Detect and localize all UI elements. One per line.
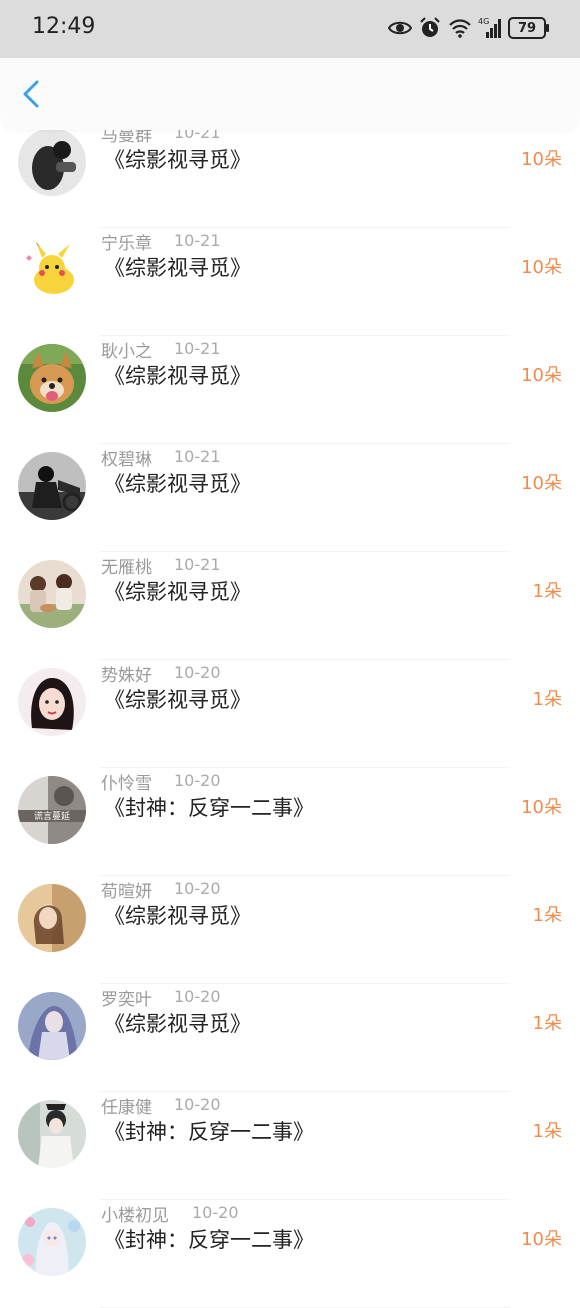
username[interactable]: 势姝好 xyxy=(101,661,152,686)
eye-icon xyxy=(387,16,413,40)
list-item[interactable]: 荀暄妍 10-20 《综影视寻觅》 1朵 xyxy=(0,876,580,984)
flower-count: 10朵 xyxy=(521,149,562,170)
avatar[interactable] xyxy=(18,1208,86,1276)
flower-count: 1朵 xyxy=(532,905,562,926)
list-item[interactable]: 小楼初见 10-20 《封神：反穿一二事》 10朵 xyxy=(0,1200,580,1308)
nav-bar xyxy=(0,58,580,130)
username[interactable]: 权碧琳 xyxy=(101,445,152,470)
list-item[interactable]: 宁乐章 10-21 《综影视寻觅》 10朵 xyxy=(0,228,580,336)
flower-count: 1朵 xyxy=(532,1013,562,1034)
book-title[interactable]: 《封神：反穿一二事》 xyxy=(104,1116,314,1146)
flower-count: 10朵 xyxy=(521,365,562,386)
gift-date: 10-21 xyxy=(174,447,221,466)
status-icons: 4G 79 xyxy=(387,16,549,40)
username[interactable]: 荀暄妍 xyxy=(101,877,152,902)
flower-count: 1朵 xyxy=(532,689,562,710)
book-title[interactable]: 《综影视寻觅》 xyxy=(104,576,251,606)
flower-count: 10朵 xyxy=(521,257,562,278)
book-title[interactable]: 《综影视寻觅》 xyxy=(104,684,251,714)
avatar[interactable] xyxy=(18,236,86,304)
alarm-icon xyxy=(418,16,442,40)
signal-4g-icon: 4G xyxy=(478,16,502,40)
book-title[interactable]: 《综影视寻觅》 xyxy=(104,144,251,174)
username[interactable]: 仆怜雪 xyxy=(101,769,152,794)
list-item[interactable]: 谎言蔓延 仆怜雪 10-20 《封神：反穿一二事》 10朵 xyxy=(0,768,580,876)
book-title[interactable]: 《综影视寻觅》 xyxy=(104,252,251,282)
book-title[interactable]: 《综影视寻觅》 xyxy=(104,468,251,498)
flower-count: 10朵 xyxy=(521,797,562,818)
list-item[interactable]: 权碧琳 10-21 《综影视寻觅》 10朵 xyxy=(0,444,580,552)
username[interactable]: 宁乐章 xyxy=(101,229,152,254)
flower-count: 10朵 xyxy=(521,473,562,494)
status-bar: 12:49 4G 79 xyxy=(0,0,580,58)
list-item[interactable]: 势姝好 10-20 《综影视寻觅》 1朵 xyxy=(0,660,580,768)
list-item[interactable]: 耿小之 10-21 《综影视寻觅》 10朵 xyxy=(0,336,580,444)
status-time: 12:49 xyxy=(32,14,96,39)
svg-text:4G: 4G xyxy=(478,17,489,26)
wifi-icon xyxy=(448,16,472,40)
avatar[interactable] xyxy=(18,668,86,736)
book-title[interactable]: 《封神：反穿一二事》 xyxy=(104,792,314,822)
gift-date: 10-20 xyxy=(174,663,221,682)
list-item[interactable]: 任康健 10-20 《封神：反穿一二事》 1朵 xyxy=(0,1092,580,1200)
book-title[interactable]: 《综影视寻觅》 xyxy=(104,900,251,930)
username[interactable]: 无雁桃 xyxy=(101,553,152,578)
battery-icon: 79 xyxy=(508,17,549,39)
book-title[interactable]: 《综影视寻觅》 xyxy=(104,360,251,390)
gift-date: 10-21 xyxy=(174,231,221,250)
avatar[interactable] xyxy=(18,560,86,628)
flower-count: 1朵 xyxy=(532,1121,562,1142)
username[interactable]: 任康健 xyxy=(101,1093,152,1118)
avatar-caption: 谎言蔓延 xyxy=(34,810,70,822)
avatar[interactable] xyxy=(18,344,86,412)
list-item[interactable]: 马曼群 10-21 《综影视寻觅》 10朵 xyxy=(0,120,580,228)
gift-date: 10-20 xyxy=(174,879,221,898)
chevron-left-icon xyxy=(23,80,39,108)
flower-count: 10朵 xyxy=(521,1229,562,1250)
gift-date: 10-20 xyxy=(174,771,221,790)
gift-date: 10-20 xyxy=(174,987,221,1006)
username[interactable]: 罗奕叶 xyxy=(101,985,152,1010)
book-title[interactable]: 《综影视寻觅》 xyxy=(104,1008,251,1038)
list-item[interactable]: 罗奕叶 10-20 《综影视寻觅》 1朵 xyxy=(0,984,580,1092)
gift-date: 10-20 xyxy=(192,1203,239,1222)
username[interactable]: 耿小之 xyxy=(101,337,152,362)
gift-date: 10-21 xyxy=(174,339,221,358)
username[interactable]: 小楼初见 xyxy=(101,1201,169,1226)
book-title[interactable]: 《封神：反穿一二事》 xyxy=(104,1224,314,1254)
avatar[interactable] xyxy=(18,128,86,196)
gift-date: 10-21 xyxy=(174,555,221,574)
gift-date: 10-20 xyxy=(174,1095,221,1114)
avatar[interactable] xyxy=(18,452,86,520)
avatar[interactable] xyxy=(18,992,86,1060)
avatar[interactable] xyxy=(18,1100,86,1168)
avatar[interactable] xyxy=(18,884,86,952)
avatar[interactable]: 谎言蔓延 xyxy=(18,776,86,844)
list-item[interactable]: 无雁桃 10-21 《综影视寻觅》 1朵 xyxy=(0,552,580,660)
back-button[interactable] xyxy=(14,76,50,112)
flower-count: 1朵 xyxy=(532,581,562,602)
